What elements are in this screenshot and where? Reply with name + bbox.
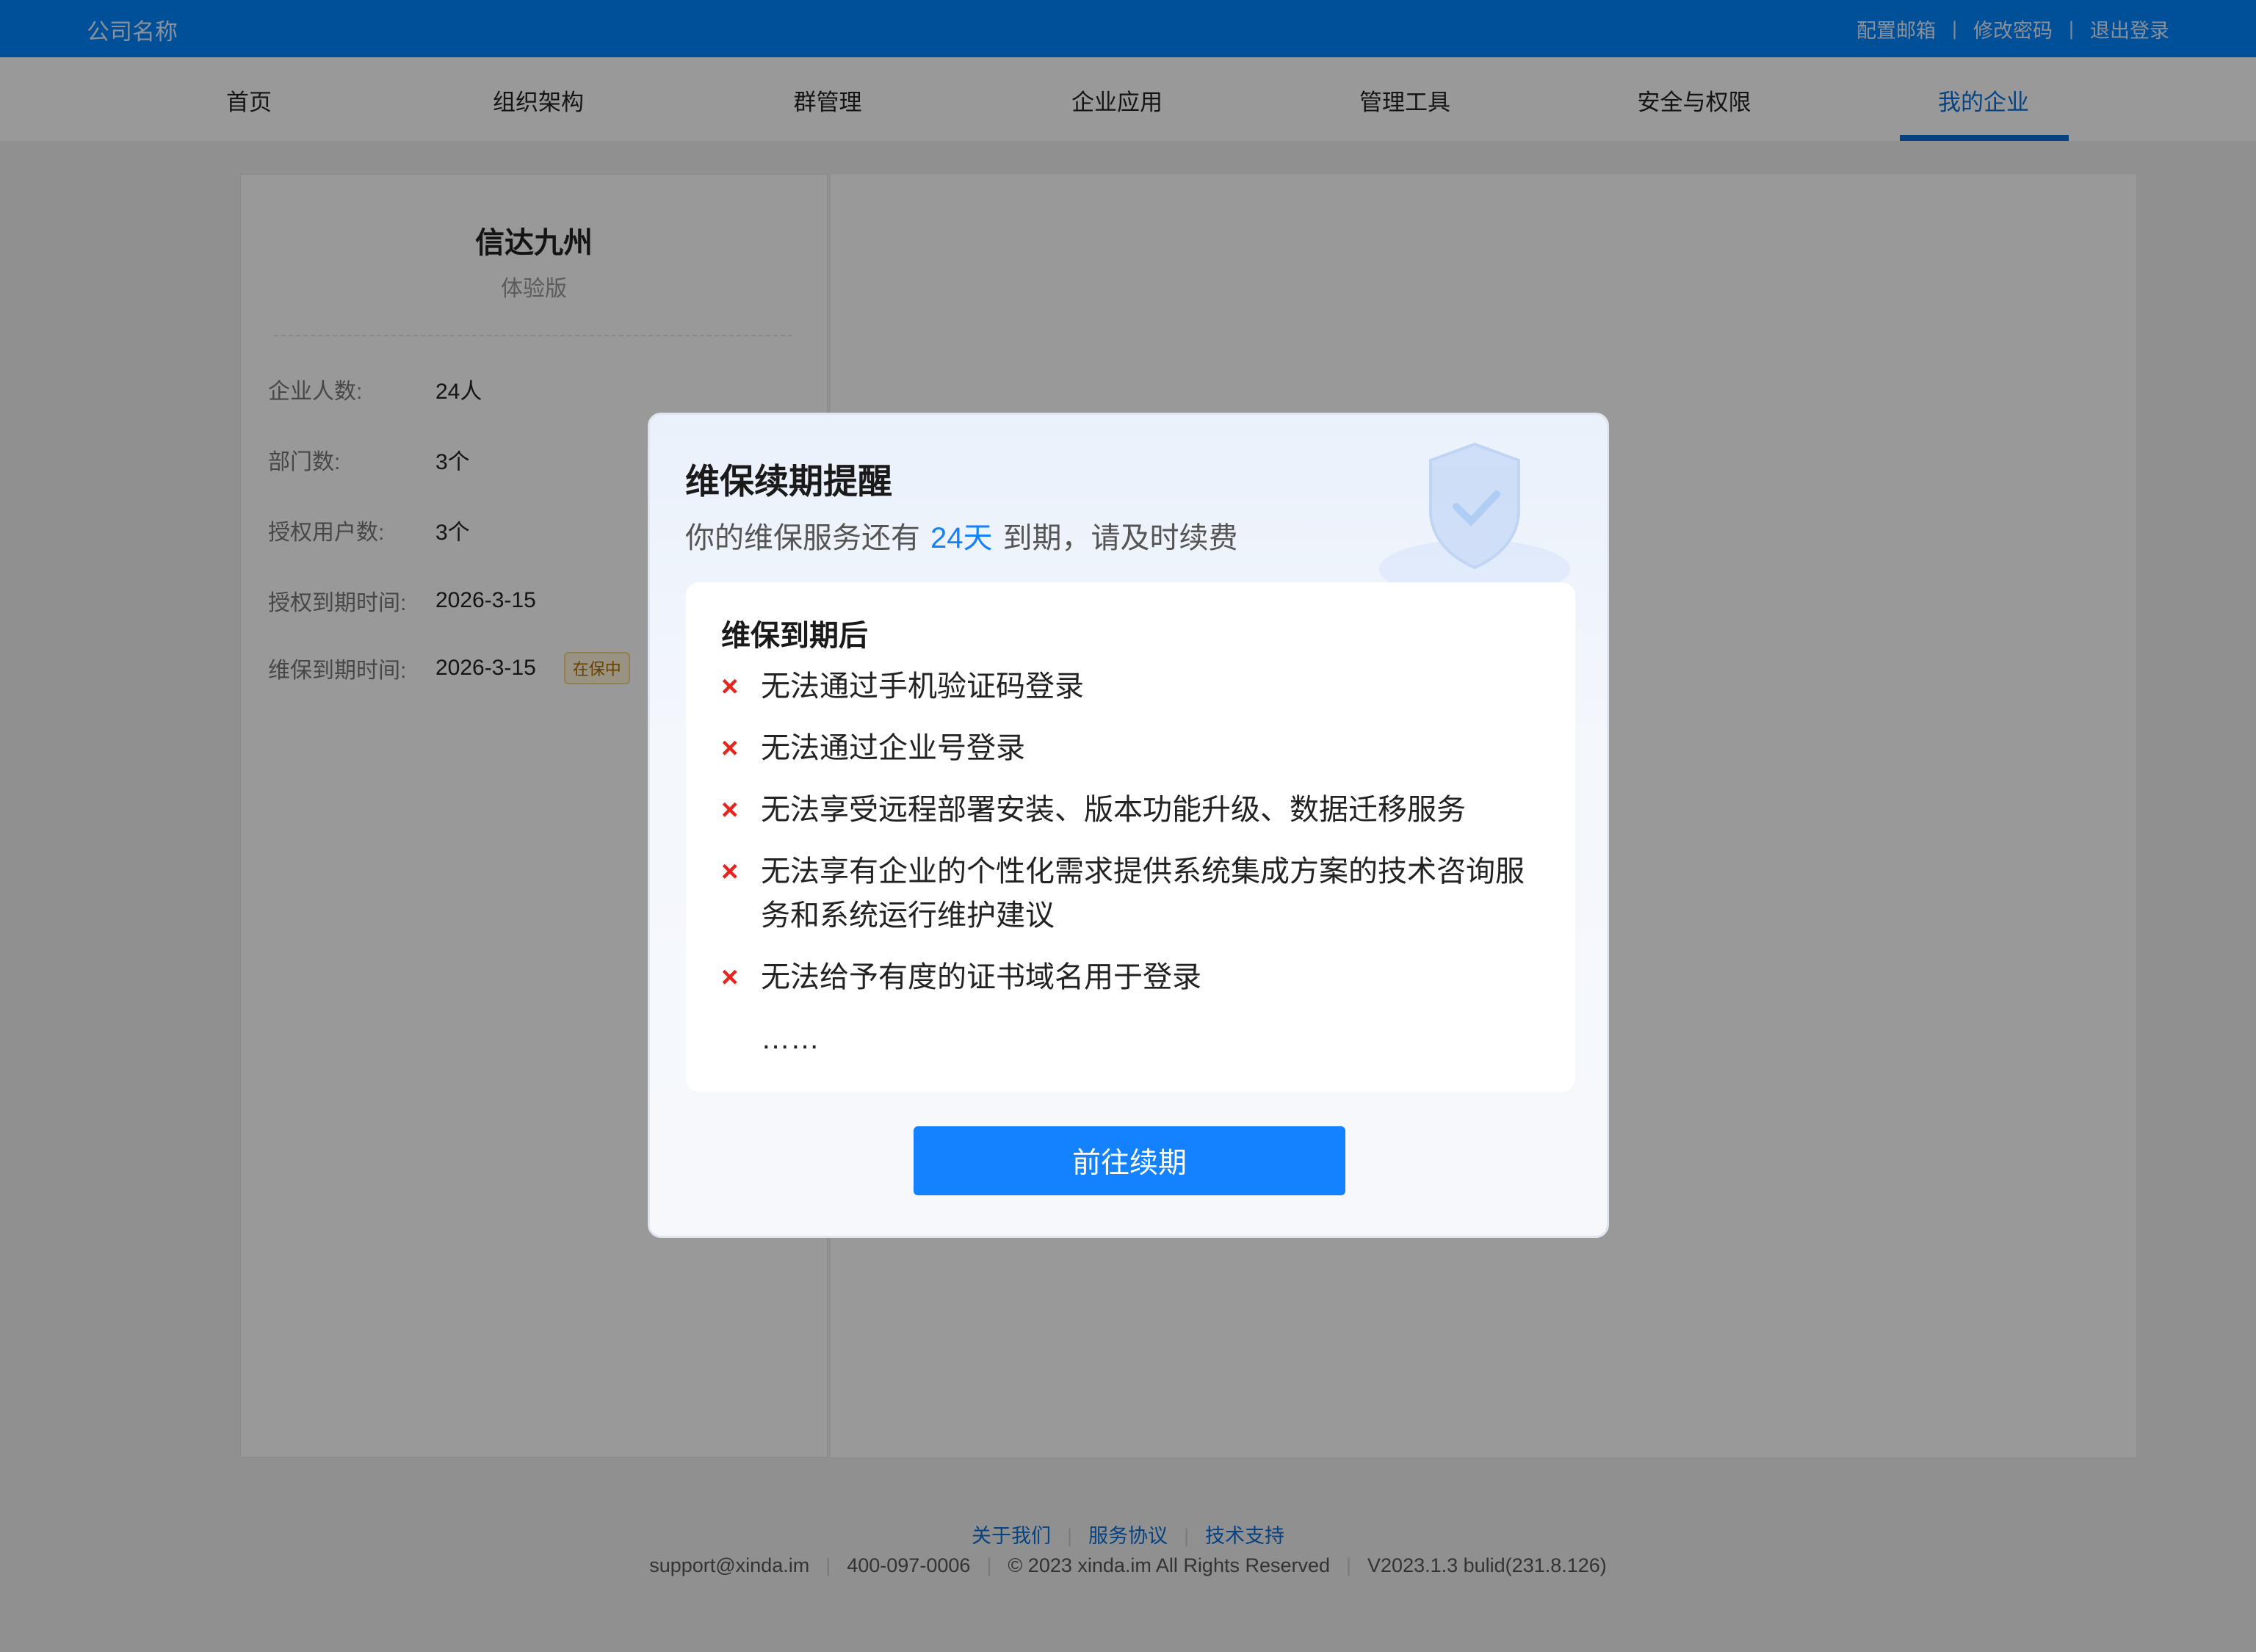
list-item: ×无法给予有度的证书域名用于登录 bbox=[721, 955, 1201, 999]
consequences-card: 维保到期后 ×无法通过手机验证码登录 ×无法通过企业号登录 ×无法享受远程部署安… bbox=[686, 582, 1575, 1092]
list-item: ×无法通过手机验证码登录 bbox=[721, 664, 1084, 709]
list-item: ×无法享有企业的个性化需求提供系统集成方案的技术咨询服务和系统运行维护建议 bbox=[721, 849, 1544, 938]
item-text: 无法通过企业号登录 bbox=[761, 726, 1025, 770]
item-text: 无法通过手机验证码登录 bbox=[761, 664, 1084, 709]
ellipsis: …… bbox=[761, 1023, 820, 1056]
close-x-icon: × bbox=[721, 849, 761, 938]
list-item: ×无法享受远程部署安装、版本功能升级、数据迁移服务 bbox=[721, 788, 1466, 832]
close-x-icon: × bbox=[721, 664, 761, 709]
close-x-icon: × bbox=[721, 726, 761, 770]
close-x-icon: × bbox=[721, 788, 761, 832]
shield-icon bbox=[1357, 430, 1577, 606]
item-text: 无法给予有度的证书域名用于登录 bbox=[761, 955, 1201, 999]
days-remaining: 24天 bbox=[930, 522, 993, 554]
list-item: ×无法通过企业号登录 bbox=[721, 726, 1025, 770]
close-x-icon: × bbox=[721, 955, 761, 999]
renewal-reminder-dialog: 维保续期提醒 你的维保服务还有24天到期，请及时续费 维保到期后 ×无法通过手机… bbox=[648, 413, 1609, 1238]
subtitle-text: 到期，请及时续费 bbox=[1003, 522, 1238, 554]
subtitle-text: 你的维保服务还有 bbox=[685, 522, 920, 554]
card-title: 维保到期后 bbox=[721, 612, 868, 654]
dialog-subtitle: 你的维保服务还有 24天到期，请及时续费 bbox=[685, 514, 1238, 557]
renew-button[interactable]: 前往续期 bbox=[914, 1126, 1345, 1195]
item-text: 无法享受远程部署安装、版本功能升级、数据迁移服务 bbox=[761, 788, 1466, 832]
item-text: 无法享有企业的个性化需求提供系统集成方案的技术咨询服务和系统运行维护建议 bbox=[761, 849, 1544, 938]
dialog-title: 维保续期提醒 bbox=[685, 453, 892, 504]
